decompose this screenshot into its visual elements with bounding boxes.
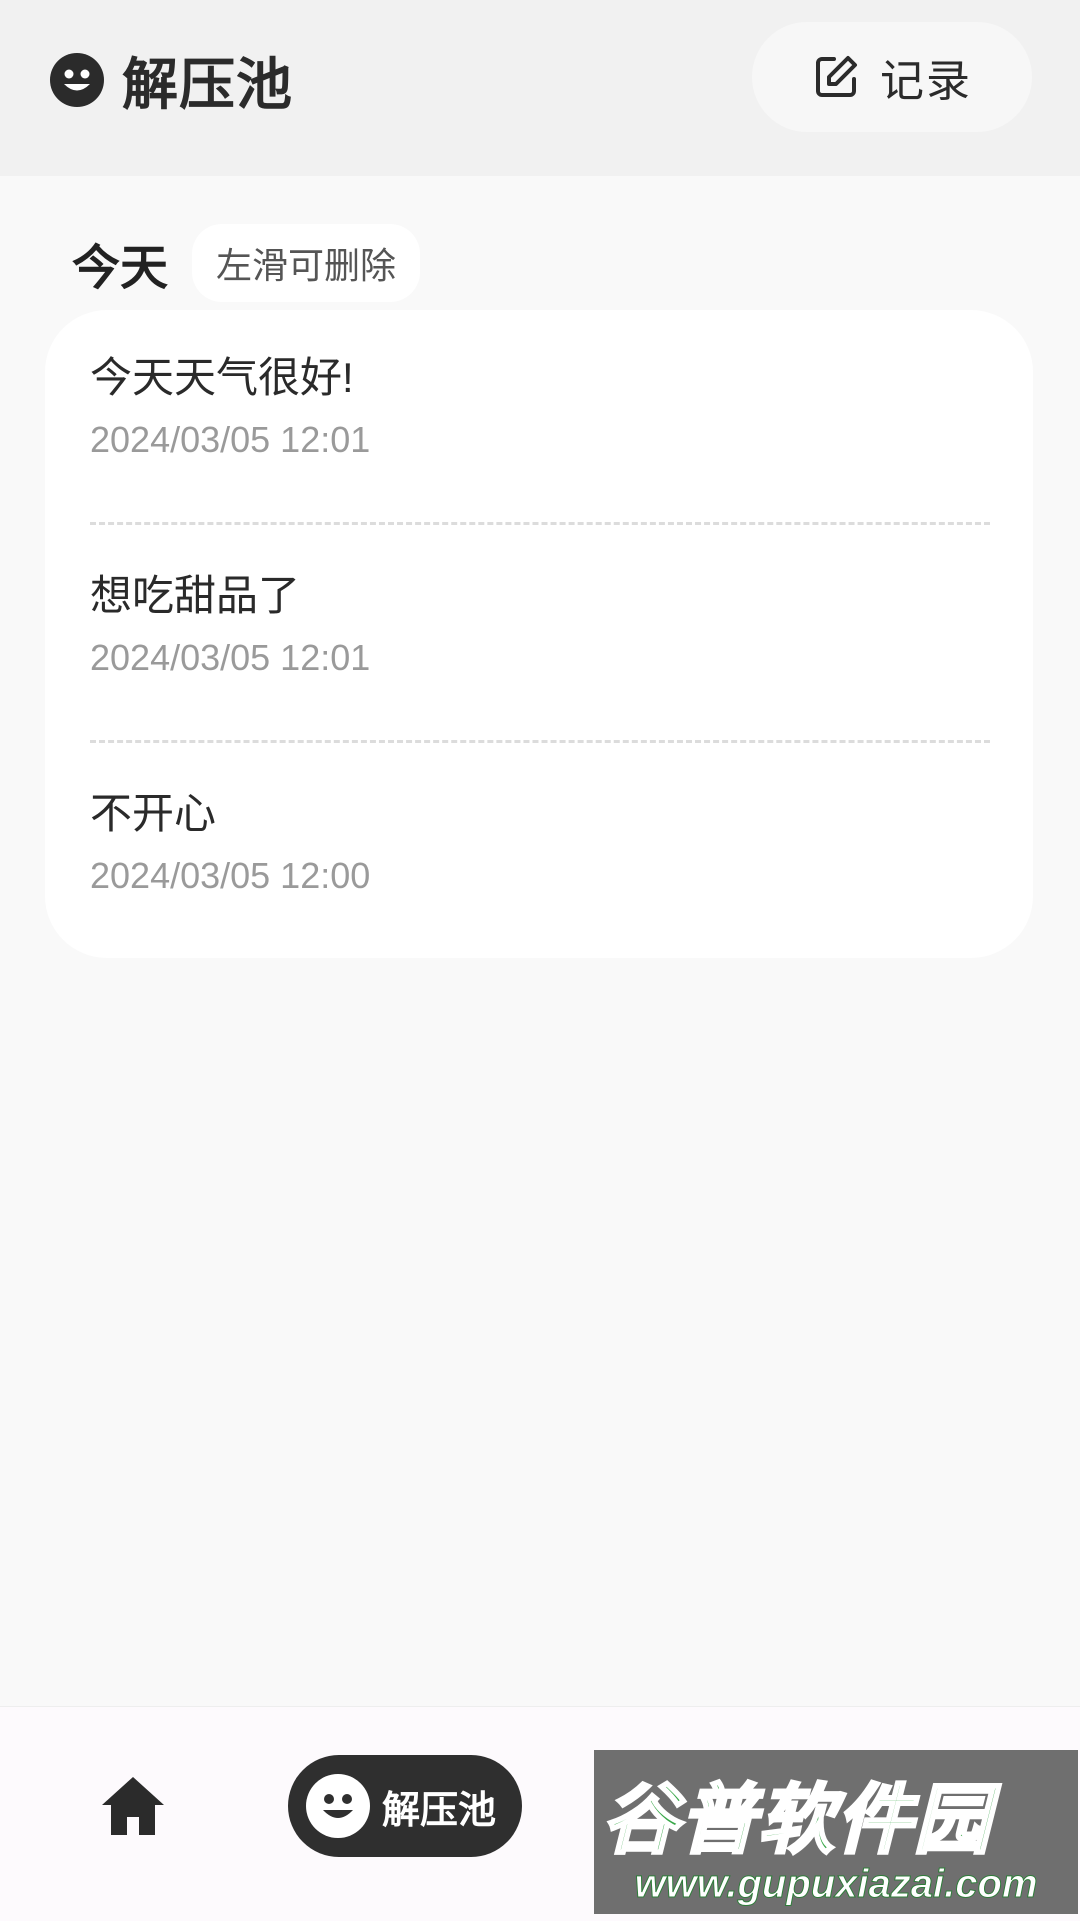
smiley-icon: [306, 1774, 370, 1838]
swipe-hint-badge: 左滑可删除: [192, 224, 421, 302]
page-title: 解压池: [122, 52, 293, 116]
entry-text: 今天天气很好!: [90, 354, 354, 401]
section-title: 今天: [72, 242, 169, 295]
entry-timestamp: 2024/03/05 12:01: [90, 419, 371, 460]
list-item[interactable]: 今天天气很好! 2024/03/05 12:01: [90, 354, 990, 460]
watermark-name: 谷普软件园: [601, 1777, 992, 1865]
entry-text: 不开心: [90, 790, 217, 837]
section-header: 今天 左滑可删除: [72, 224, 421, 302]
app-title: 解压池: [50, 40, 293, 120]
list-item[interactable]: 想吃甜品了 2024/03/05 12:01: [90, 572, 990, 678]
home-icon[interactable]: [100, 1773, 166, 1839]
divider: [90, 740, 990, 743]
list-item[interactable]: 不开心 2024/03/05 12:00: [90, 790, 990, 896]
entries-card: 今天天气很好! 2024/03/05 12:01 想吃甜品了 2024/03/0…: [45, 310, 1033, 958]
watermark-logo: 谷普软件园 www.gupuxiazai.com: [594, 1750, 1078, 1914]
nav-item-jieyachi[interactable]: 解压池: [288, 1755, 522, 1857]
watermark-url: www.gupuxiazai.com: [634, 1862, 1038, 1907]
record-button[interactable]: 记录: [752, 22, 1032, 132]
edit-icon: [816, 56, 857, 97]
nav-item-label: 解压池: [382, 1789, 497, 1832]
record-button-label: 记录: [880, 57, 972, 106]
smiley-icon: [50, 53, 104, 107]
header: 解压池 记录: [0, 0, 1080, 176]
entry-text: 想吃甜品了: [90, 572, 301, 619]
entry-timestamp: 2024/03/05 12:00: [90, 855, 371, 896]
entry-timestamp: 2024/03/05 12:01: [90, 637, 371, 678]
divider: [90, 522, 990, 525]
